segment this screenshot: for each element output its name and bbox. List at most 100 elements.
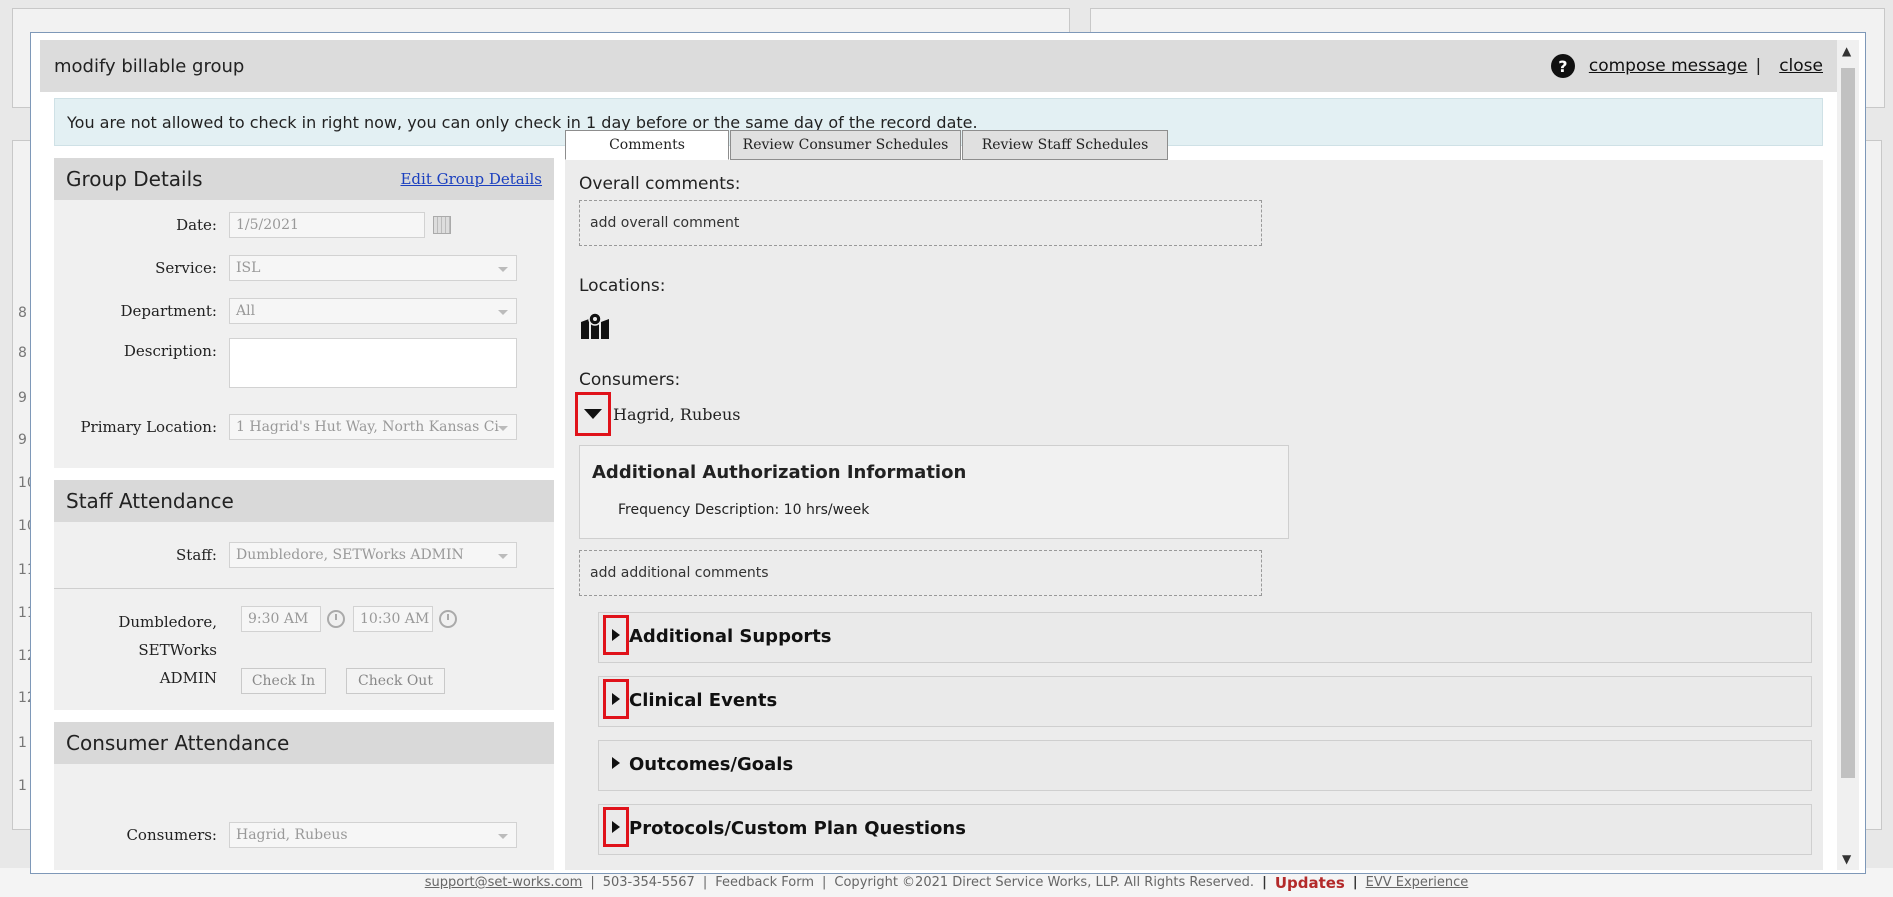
staff-attendance-title: Staff Attendance (66, 489, 234, 513)
caret-down-icon (584, 409, 602, 419)
notice-text: You are not allowed to check in right no… (67, 112, 978, 132)
overall-comment-placeholder: add overall comment (590, 215, 740, 231)
tab-review-staff-schedules[interactable]: Review Staff Schedules (962, 130, 1168, 160)
staff-select[interactable]: Dumbledore, SETWorks ADMIN (229, 542, 517, 568)
tab-review-consumer-schedules[interactable]: Review Consumer Schedules (730, 130, 961, 160)
accordion-clinical-events[interactable]: Clinical Events (598, 676, 1812, 727)
accordion-toggle[interactable] (603, 743, 629, 783)
support-email-link[interactable]: support@set-works.com (425, 875, 583, 890)
description-row: Description: (54, 338, 517, 388)
accordion-protocols[interactable]: Protocols/Custom Plan Questions (598, 804, 1812, 855)
compose-message-link[interactable]: compose message (1589, 56, 1748, 76)
date-label: Date: (176, 216, 217, 234)
scroll-up-icon[interactable]: ▲ (1842, 44, 1851, 58)
tab-bar: Comments Review Consumer Schedules Revie… (565, 130, 1169, 160)
department-row: Department: All (54, 298, 517, 324)
consumer-row: Hagrid, Rubeus (575, 392, 741, 436)
row-number: 9 (18, 390, 27, 406)
accordion-title: Clinical Events (629, 690, 778, 711)
overall-comment-input[interactable]: add overall comment (579, 200, 1262, 246)
additional-comment-input[interactable]: add additional comments (579, 550, 1262, 596)
consumers-row: Consumers: Hagrid, Rubeus (54, 822, 517, 848)
consumer-expand-toggle[interactable] (575, 392, 611, 436)
sep: | (590, 875, 595, 890)
modal-title: modify billable group (54, 55, 245, 77)
staff-attendance-section: Staff Attendance Staff: Dumbledore, SETW… (54, 480, 554, 710)
group-details-section: Group Details Edit Group Details Date: 1… (54, 158, 554, 468)
service-label: Service: (155, 259, 217, 277)
consumer-attendance-section: Consumer Attendance Consumers: Hagrid, R… (54, 722, 554, 870)
service-row: Service: ISL (54, 255, 517, 281)
scroll-thumb[interactable] (1841, 68, 1855, 778)
sep: | (702, 875, 708, 890)
tab-comments[interactable]: Comments (565, 130, 729, 160)
primary-location-select[interactable]: 1 Hagrid's Hut Way, North Kansas Ci (229, 414, 517, 440)
staff-member-name-line2: ADMIN (159, 669, 217, 687)
description-textarea[interactable] (229, 338, 517, 388)
date-input[interactable]: 1/5/2021 (229, 212, 425, 238)
feedback-link[interactable]: Feedback Form (715, 875, 814, 890)
consumer-attendance-title: Consumer Attendance (66, 731, 290, 755)
clock-icon[interactable] (439, 610, 457, 628)
caret-right-icon (612, 757, 620, 769)
accordion-outcomes-goals[interactable]: Outcomes/Goals (598, 740, 1812, 791)
clock-icon[interactable] (327, 610, 345, 628)
consumer-name: Hagrid, Rubeus (613, 404, 741, 424)
check-in-button[interactable]: Check In (241, 668, 326, 694)
consumers-label: Consumers: (126, 826, 217, 844)
time-row: 9:30 AM 10:30 AM (241, 606, 457, 632)
map-location-icon[interactable] (579, 312, 611, 344)
group-details-header: Group Details Edit Group Details (54, 158, 554, 200)
staff-member-name-line1: Dumbledore, SETWorks (118, 613, 217, 659)
check-buttons-row: Check In Check Out (241, 668, 445, 694)
check-out-button[interactable]: Check Out (346, 668, 445, 694)
staff-row: Staff: Dumbledore, SETWorks ADMIN (54, 542, 517, 568)
accordion-toggle[interactable] (603, 679, 629, 719)
scroll-down-icon[interactable]: ▼ (1842, 852, 1851, 866)
comments-panel: Overall comments: add overall comment Lo… (565, 160, 1823, 870)
sep: | (1352, 875, 1358, 890)
consumers-select[interactable]: Hagrid, Rubeus (229, 822, 517, 848)
staff-attendance-header: Staff Attendance (54, 480, 554, 522)
help-icon[interactable]: ? (1550, 54, 1575, 78)
modal-scrollbar[interactable]: ▲ ▼ (1837, 40, 1859, 870)
group-details-title: Group Details (66, 167, 203, 191)
caret-right-icon (612, 629, 620, 641)
time-out-input[interactable]: 10:30 AM (353, 606, 433, 632)
divider (54, 588, 554, 589)
consumers-section-label: Consumers: (579, 370, 681, 390)
accordion-toggle[interactable] (603, 615, 629, 655)
consumer-attendance-header: Consumer Attendance (54, 722, 554, 764)
row-number: 1 (18, 778, 27, 794)
staff-member-name: Dumbledore, SETWorks ADMIN (54, 608, 229, 692)
service-select[interactable]: ISL (229, 255, 517, 281)
department-select[interactable]: All (229, 298, 517, 324)
modify-group-modal: modify billable group ? compose message … (40, 40, 1837, 870)
accordion-additional-supports[interactable]: Additional Supports (598, 612, 1812, 663)
caret-right-icon (612, 821, 620, 833)
accordion-title: Protocols/Custom Plan Questions (629, 818, 966, 839)
calendar-icon[interactable] (433, 216, 451, 234)
accordion-title: Outcomes/Goals (629, 754, 794, 775)
row-number: 9 (18, 432, 27, 448)
row-number: 8 (18, 305, 27, 321)
updates-link[interactable]: Updates (1275, 874, 1345, 892)
edit-group-details-link[interactable]: Edit Group Details (400, 170, 542, 188)
sep: | (1262, 875, 1267, 890)
modal-header: modify billable group ? compose message … (40, 40, 1837, 92)
primary-location-row: Primary Location: 1 Hagrid's Hut Way, No… (54, 414, 517, 440)
time-in-input[interactable]: 9:30 AM (241, 606, 321, 632)
authorization-title: Additional Authorization Information (592, 462, 967, 483)
accordion-toggle[interactable] (603, 807, 629, 847)
caret-right-icon (612, 693, 620, 705)
copyright-text: Copyright ©2021 Direct Service Works, LL… (834, 875, 1255, 890)
row-number: 8 (18, 345, 27, 361)
evv-experience-link[interactable]: EVV Experience (1366, 875, 1469, 890)
close-link[interactable]: close (1779, 56, 1823, 76)
header-separator: | (1755, 56, 1762, 76)
frequency-description: Frequency Description: 10 hrs/week (618, 502, 870, 518)
row-number: 1 (18, 735, 27, 751)
phone-number: 503-354-5567 (602, 875, 695, 890)
staff-label: Staff: (176, 546, 217, 564)
additional-comment-placeholder: add additional comments (590, 565, 769, 581)
